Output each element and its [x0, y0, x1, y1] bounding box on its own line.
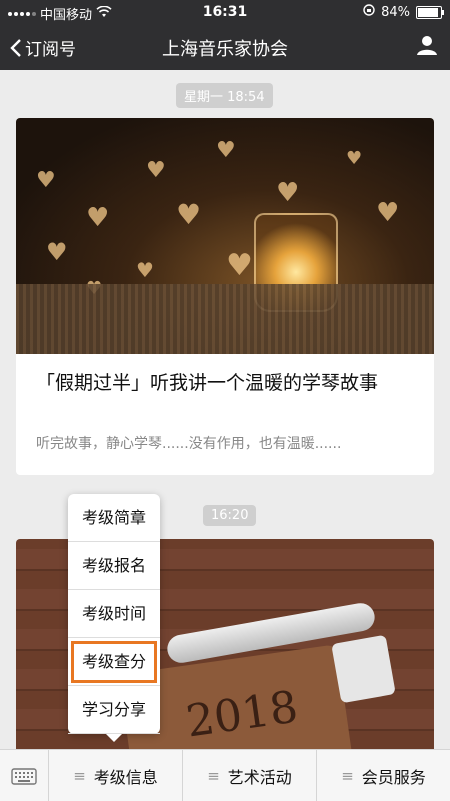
menu-item-score-lookup[interactable]: 考级查分: [68, 638, 160, 686]
battery-icon: [416, 5, 444, 19]
user-icon: [417, 36, 437, 55]
tab-exam-info[interactable]: ≡ 考级信息: [49, 750, 183, 801]
menu-item-exam-schedule[interactable]: 考级时间: [68, 590, 160, 638]
nav-bar: 订阅号 上海音乐家协会: [0, 24, 450, 70]
article-description: 听完故事，静心学琴......没有作用，也有温暖......: [36, 436, 342, 452]
tab-label: 考级信息: [93, 767, 158, 787]
tab-label: 会员服务: [361, 767, 426, 787]
article-title: 「假期过半」听我讲一个温暖的学琴故事: [36, 372, 379, 394]
tab-member-services[interactable]: ≡ 会员服务: [317, 750, 450, 801]
menu-item-exam-registration[interactable]: 考级报名: [68, 542, 160, 590]
tab-label: 艺术活动: [227, 767, 292, 787]
article-cover-image: ♥ ♥ ♥ ♥ ♥ ♥ ♥ ♥ ♥ ♥ ♥ ♥: [16, 118, 434, 354]
menu-lines-icon: ≡: [73, 766, 86, 785]
status-right: 84%: [363, 4, 444, 20]
menu-pointer: [106, 734, 122, 742]
battery-percent: 84%: [381, 4, 410, 20]
keyboard-toggle-button[interactable]: [0, 750, 49, 801]
page-title: 上海音乐家协会: [162, 39, 288, 60]
status-bar: 中国移动 16:31 84%: [0, 0, 450, 24]
menu-lines-icon: ≡: [207, 766, 220, 785]
tab-art-activities[interactable]: ≡ 艺术活动: [183, 750, 317, 801]
menu-lines-icon: ≡: [341, 766, 354, 785]
bottom-menu-bar: ≡ 考级信息 ≡ 艺术活动 ≡ 会员服务: [0, 749, 450, 801]
knit-fabric: [16, 284, 434, 354]
menu-item-exam-guide[interactable]: 考级简章: [68, 494, 160, 542]
article-card[interactable]: ♥ ♥ ♥ ♥ ♥ ♥ ♥ ♥ ♥ ♥ ♥ ♥ 「假期过半」听我讲一个温暖的学琴…: [16, 118, 434, 475]
menu-item-learning-share[interactable]: 学习分享: [68, 686, 160, 734]
keyboard-icon: [11, 767, 37, 785]
user-profile-button[interactable]: [416, 34, 438, 60]
key-bit: [331, 634, 396, 704]
rotation-lock-icon: [363, 4, 375, 20]
submenu-popup: 考级简章 考级报名 考级时间 考级查分 学习分享: [68, 494, 160, 742]
message-timestamp: 16:20: [203, 505, 257, 526]
message-timestamp: 星期一 18:54: [176, 83, 273, 108]
